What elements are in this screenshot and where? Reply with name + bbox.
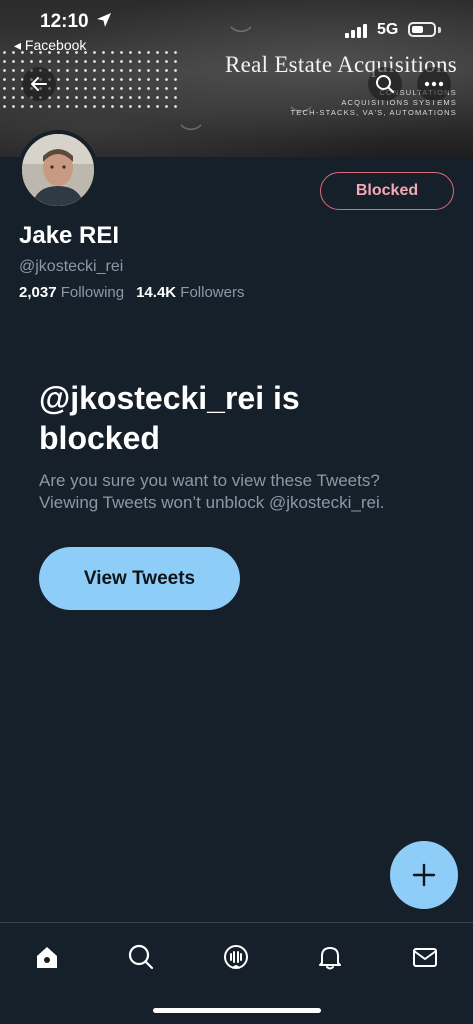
compose-tweet-button[interactable] (390, 841, 458, 909)
blocked-button[interactable]: Blocked (320, 172, 454, 210)
cellular-signal-icon (345, 24, 369, 38)
nav-spaces[interactable] (214, 935, 258, 979)
nav-messages[interactable] (403, 935, 447, 979)
profile-stats: 2,037 Following 14.4K Followers (19, 284, 244, 301)
battery-cap (438, 27, 441, 33)
spaces-icon (224, 945, 248, 969)
following-link[interactable]: 2,037 Following (19, 284, 124, 301)
followers-label: Followers (180, 284, 245, 301)
view-tweets-button[interactable]: View Tweets (39, 547, 240, 610)
profile-avatar[interactable] (18, 130, 98, 210)
back-to-app-link[interactable]: ◂ Facebook (14, 37, 86, 54)
mail-icon (413, 948, 437, 967)
bell-icon (319, 947, 341, 970)
search-icon (376, 75, 394, 93)
blocked-description: Are you sure you want to view these Twee… (39, 471, 385, 512)
display-name: Jake REI (19, 222, 120, 249)
battery-icon (408, 22, 436, 37)
back-button[interactable] (22, 67, 56, 101)
search-icon (128, 944, 154, 970)
home-indicator[interactable] (153, 1008, 321, 1013)
network-type: 5G (377, 21, 399, 38)
nav-home[interactable] (25, 935, 69, 979)
followers-link[interactable]: 14.4K Followers (136, 284, 244, 301)
banner-tag: TECH-STACKS, VA'S, AUTOMATIONS (290, 108, 457, 117)
home-icon (37, 947, 57, 968)
more-horizontal-icon (424, 81, 444, 87)
followers-count: 14.4K (136, 284, 177, 301)
location-arrow-icon (97, 13, 111, 27)
blocked-title: @jkostecki_rei is blocked (39, 380, 300, 456)
plus-icon (412, 863, 436, 887)
following-count: 2,037 (19, 284, 57, 301)
avatar-photo (22, 134, 94, 206)
bird-silhouette-icon: ︶ (230, 25, 253, 50)
nav-search[interactable] (119, 935, 163, 979)
search-button[interactable] (368, 67, 402, 101)
bird-silhouette-icon: ︶ (180, 123, 203, 148)
status-time: 12:10 (40, 11, 89, 32)
arrow-left-icon (31, 77, 47, 91)
following-label: Following (60, 284, 125, 301)
more-button[interactable] (417, 67, 451, 101)
profile-handle: @jkostecki_rei (19, 258, 124, 275)
nav-notifications[interactable] (308, 935, 352, 979)
